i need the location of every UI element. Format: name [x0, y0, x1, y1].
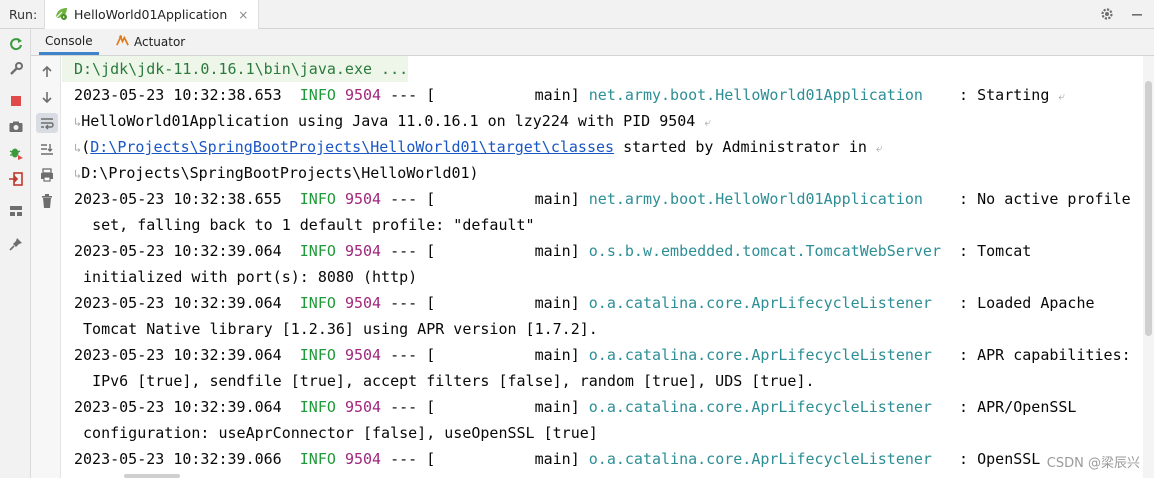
- log-line: 2023-05-23 10:32:38.655 INFO 9504 --- [ …: [74, 190, 1131, 208]
- pin-icon[interactable]: [6, 234, 26, 254]
- log-line: 2023-05-23 10:32:38.653 INFO 9504 --- [ …: [74, 86, 1066, 104]
- classes-path-link[interactable]: D:\Projects\SpringBootProjects\HelloWorl…: [90, 138, 614, 156]
- gear-icon[interactable]: [1100, 6, 1114, 25]
- logger-name: o.a.catalina.core.AprLifecycleListener: [588, 450, 932, 468]
- rerun-icon[interactable]: [6, 34, 26, 54]
- log-continuation: IPv6 [true], sendfile [true], accept fil…: [92, 372, 815, 390]
- tab-console[interactable]: Console: [39, 29, 99, 55]
- log-line: 2023-05-23 10:32:39.064 INFO 9504 --- [ …: [74, 242, 1032, 260]
- spring-boot-leaf-icon: [53, 5, 69, 25]
- logger-name: o.a.catalina.core.AprLifecycleListener: [588, 346, 932, 364]
- logger-name: o.s.b.w.embedded.tomcat.TomcatWebServer: [588, 242, 941, 260]
- camera-icon[interactable]: [6, 117, 26, 137]
- wrench-icon[interactable]: [6, 59, 26, 79]
- log-line: 2023-05-23 10:32:39.064 INFO 9504 --- [ …: [74, 294, 1095, 312]
- minimize-icon[interactable]: [1130, 6, 1144, 25]
- log-continuation: initialized with port(s): 8080 (http): [83, 268, 418, 286]
- run-actions-sidebar: [0, 29, 31, 478]
- log-line: 2023-05-23 10:32:39.066 INFO 9504 --- [ …: [74, 450, 1041, 468]
- tab-console-label: Console: [45, 33, 93, 48]
- soft-wrap-marker-icon: ⤶: [704, 115, 712, 129]
- trash-icon[interactable]: [36, 191, 58, 211]
- log-continuation: Tomcat Native library [1.2.36] using APR…: [83, 320, 598, 338]
- console-output[interactable]: D:\jdk\jdk-11.0.16.1\bin\java.exe ... 20…: [62, 56, 1143, 478]
- login-arrow-icon[interactable]: [6, 169, 26, 189]
- log-line: 2023-05-23 10:32:39.064 INFO 9504 --- [ …: [74, 398, 1077, 416]
- soft-wrap-marker-icon: ⤶: [1058, 89, 1066, 103]
- horizontal-scroll-thumb[interactable]: [124, 474, 180, 478]
- layout-icon[interactable]: [6, 201, 26, 221]
- close-icon[interactable]: ×: [238, 8, 248, 22]
- watermark: CSDN @梁辰兴: [1046, 456, 1140, 471]
- log-continuation: configuration: useAprConnector [false], …: [83, 424, 598, 442]
- print-icon[interactable]: [36, 165, 58, 185]
- console-toolbar: [31, 56, 61, 478]
- log-continuation: ↳HelloWorld01Application using Java 11.0…: [74, 112, 712, 130]
- run-config-tab[interactable]: HelloWorld01Application ×: [44, 0, 260, 29]
- arrow-down-icon[interactable]: [36, 87, 58, 107]
- soft-wrap-icon[interactable]: [36, 113, 58, 133]
- logger-name: o.a.catalina.core.AprLifecycleListener: [588, 294, 932, 312]
- vertical-scroll-thumb[interactable]: [1145, 81, 1152, 336]
- logger-name: net.army.boot.HelloWorld01Application: [588, 86, 923, 104]
- log-line: 2023-05-23 10:32:39.064 INFO 9504 --- [ …: [74, 346, 1131, 364]
- actuator-icon: [115, 33, 130, 51]
- log-continuation: ↳(D:\Projects\SpringBootProjects\HelloWo…: [74, 138, 883, 156]
- tab-actuator[interactable]: Actuator: [111, 29, 189, 55]
- vertical-scrollbar[interactable]: [1143, 56, 1154, 478]
- run-toolwindow-header: Run: HelloWorld01Application ×: [0, 0, 1154, 29]
- logger-name: o.a.catalina.core.AprLifecycleListener: [588, 398, 932, 416]
- log-continuation: set, falling back to 1 default profile: …: [92, 216, 535, 234]
- console-subtabs: Console Actuator: [31, 29, 1154, 56]
- run-label: Run:: [9, 7, 38, 22]
- run-config-tab-title: HelloWorld01Application: [74, 7, 228, 22]
- soft-wrap-marker-icon: ⤶: [875, 141, 883, 155]
- logger-name: net.army.boot.HelloWorld01Application: [588, 190, 923, 208]
- arrow-up-icon[interactable]: [36, 62, 58, 82]
- scroll-to-end-icon[interactable]: [36, 139, 58, 159]
- tab-actuator-label: Actuator: [134, 35, 186, 49]
- stop-icon[interactable]: [6, 91, 26, 111]
- log-continuation: ↳D:\Projects\SpringBootProjects\HelloWor…: [74, 164, 479, 182]
- debug-bug-icon[interactable]: [6, 143, 26, 163]
- command-line: D:\jdk\jdk-11.0.16.1\bin\java.exe ...: [74, 60, 409, 78]
